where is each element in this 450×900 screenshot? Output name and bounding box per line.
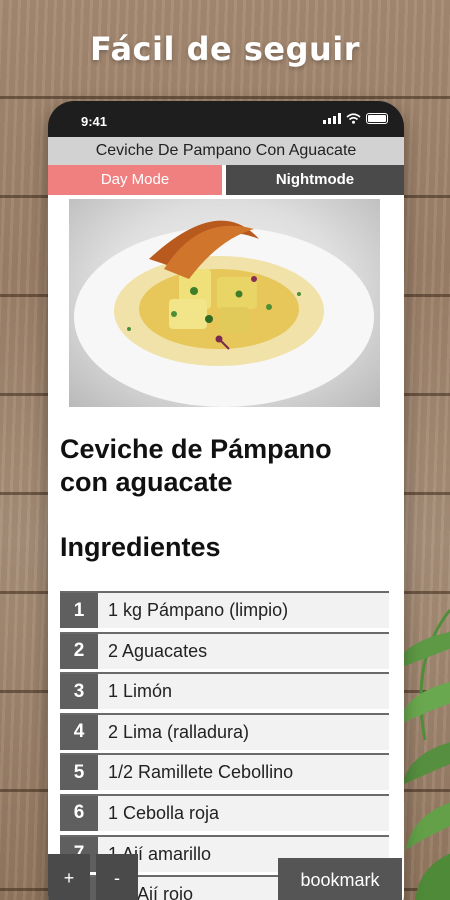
- bookmark-button[interactable]: bookmark: [278, 858, 402, 900]
- status-bar: 9:41: [48, 101, 404, 137]
- ingredients-heading: Ingredientes: [60, 532, 221, 562]
- list-item: 6 1 Cebolla roja: [60, 793, 389, 831]
- ingredient-number: 5: [60, 755, 98, 791]
- list-item: 3 1 Limón: [60, 672, 389, 710]
- mode-toggle: Day Mode Nightmode: [48, 165, 404, 195]
- app-screen: Ceviche De Pampano Con Aguacate Day Mode…: [48, 137, 404, 900]
- ingredient-text: 1/2 Ramillete Cebollino: [108, 762, 294, 783]
- recipe-photo: [69, 199, 380, 407]
- list-item: 2 2 Aguacates: [60, 631, 389, 669]
- list-item: 5 1/2 Ramillete Cebollino: [60, 753, 389, 791]
- ingredient-text: 2 Lima (ralladura): [108, 721, 250, 742]
- recipe-title: Ceviche de Pámpano con aguacate: [60, 434, 332, 497]
- ingredient-number: 1: [60, 593, 98, 628]
- ingredient-number: 3: [60, 674, 98, 710]
- battery-icon: [366, 113, 388, 124]
- cellular-signal-icon: [323, 113, 341, 124]
- promo-headline: Fácil de seguir: [89, 30, 361, 68]
- day-mode-button[interactable]: Day Mode: [48, 165, 222, 195]
- ingredient-number: 4: [60, 714, 98, 750]
- ingredient-number: 6: [60, 795, 98, 831]
- ingredient-text: 2 Aguacates: [108, 640, 208, 661]
- status-time: 9:41: [81, 114, 108, 129]
- app-title-bar: Ceviche De Pampano Con Aguacate: [48, 137, 404, 165]
- night-mode-button[interactable]: Nightmode: [226, 165, 404, 195]
- zoom-in-button[interactable]: +: [48, 854, 90, 900]
- list-item: 4 2 Lima (ralladura): [60, 712, 389, 750]
- list-item: 1 1 kg Pámpano (limpio): [60, 591, 389, 628]
- zoom-out-button[interactable]: -: [96, 854, 138, 900]
- phone-frame: 9:41 Ceviche De Pampano Con Aguacate Day…: [48, 101, 404, 900]
- wifi-icon: [346, 113, 361, 124]
- ingredient-text: 1 Limón: [108, 681, 173, 702]
- ingredient-text: 1 Cebolla roja: [108, 802, 220, 823]
- ingredient-text: 1 kg Pámpano (limpio): [108, 600, 289, 620]
- ingredient-number: 2: [60, 633, 98, 669]
